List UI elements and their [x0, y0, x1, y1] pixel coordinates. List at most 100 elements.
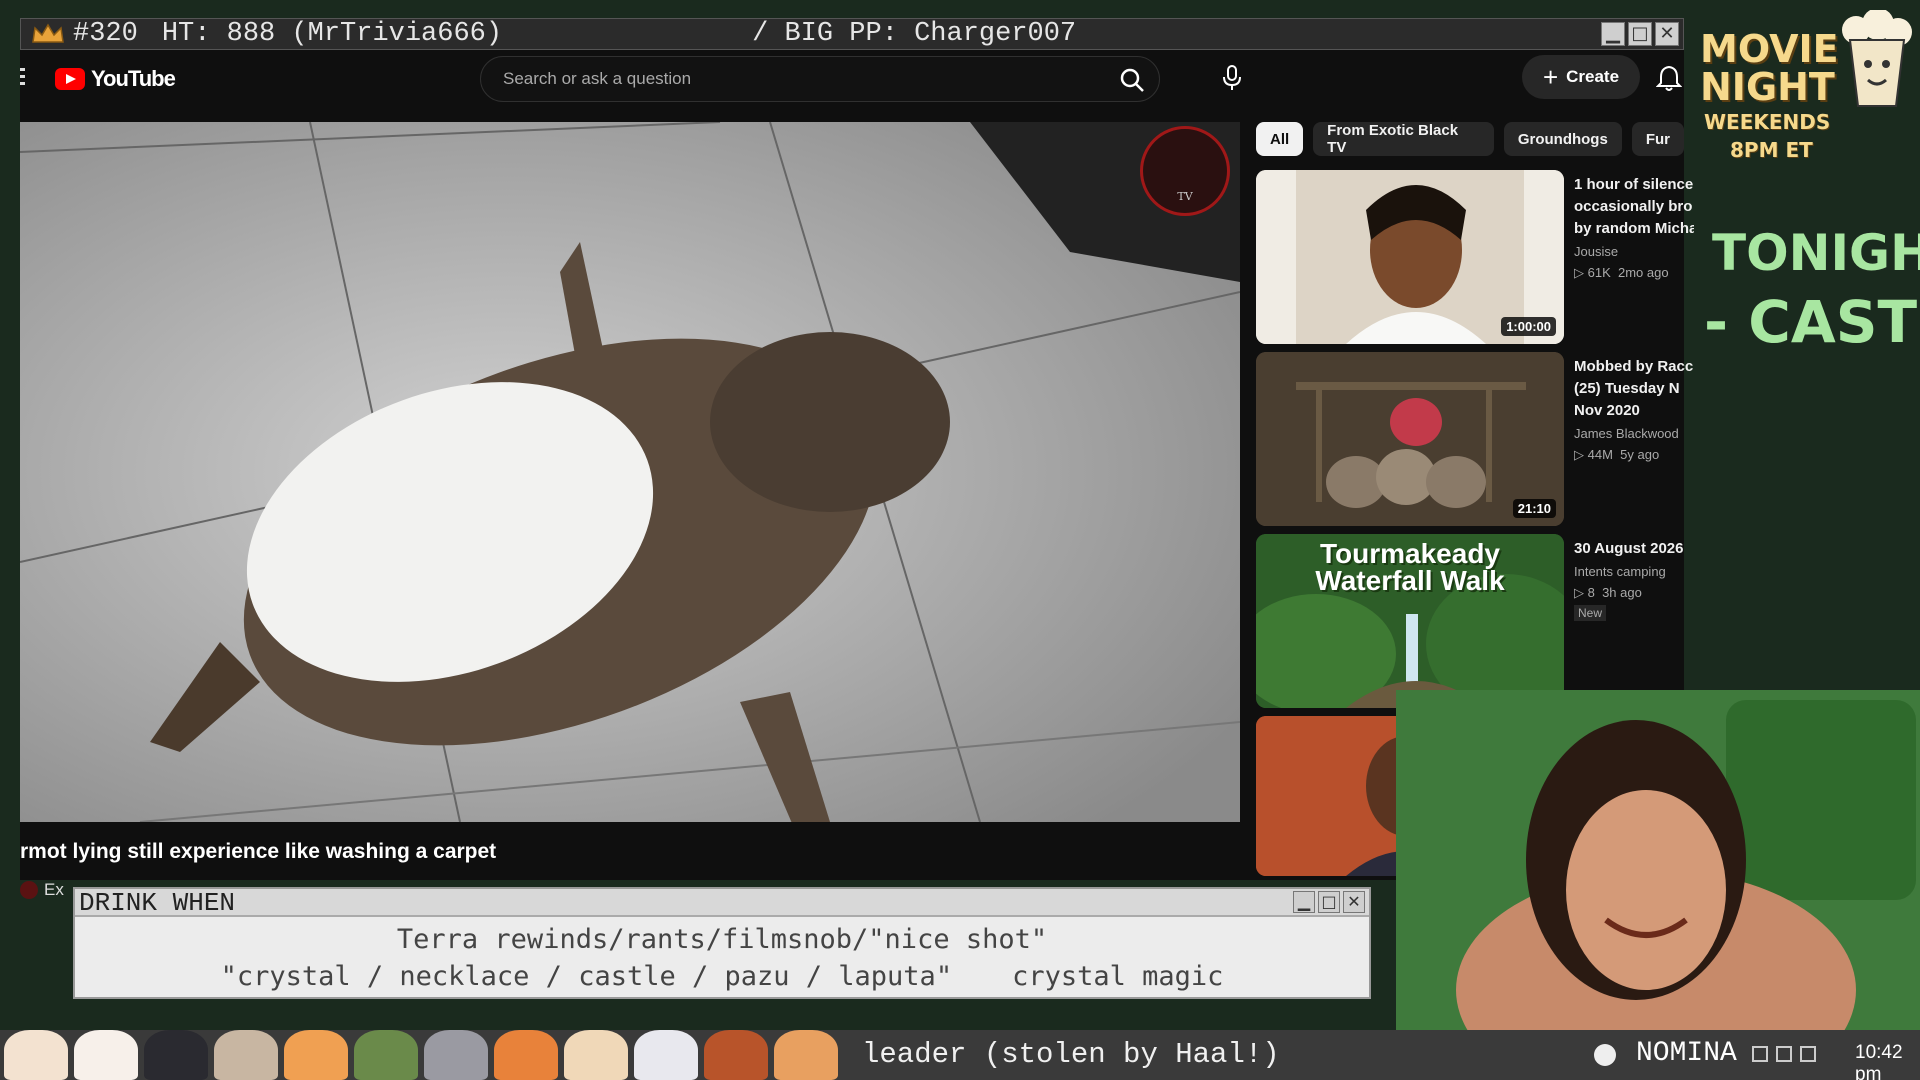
search-icon[interactable]	[1119, 67, 1145, 93]
record-indicator-icon	[1594, 1044, 1616, 1066]
pet-tiger-icon	[284, 1030, 348, 1080]
recommendation-title-line[interactable]: 30 August 2026	[1574, 538, 1694, 560]
display-icon[interactable]	[1800, 1046, 1816, 1062]
recommendation-item[interactable]: Tourmakeady Waterfall Walk 30 August 202…	[1256, 534, 1696, 708]
network-icon[interactable]	[1752, 1046, 1768, 1062]
video-duration: 21:10	[1512, 499, 1556, 518]
channel-avatar-icon[interactable]	[20, 881, 38, 899]
pet-koala-icon	[424, 1030, 488, 1080]
clock[interactable]: 10:42 pm	[1855, 1042, 1920, 1080]
drink-rule-line: Terra rewinds/rants/filmsnob/"nice shot"	[396, 924, 1048, 955]
views-count: 8	[1587, 585, 1595, 600]
big-pp-label: / BIG PP: Charger007	[752, 19, 1077, 49]
recommendation-item[interactable]: 21:10 Mobbed by Racc (25) Tuesday N Nov …	[1256, 352, 1696, 526]
leader-label: leader (stolen by Haal!)	[862, 1038, 1280, 1071]
pet-chicken-icon	[74, 1030, 138, 1080]
video-duration: 1:00:00	[1501, 317, 1556, 336]
recommendation-title-line[interactable]: by random Micha	[1574, 218, 1694, 240]
create-label: Create	[1566, 67, 1620, 86]
recommendation-title-line[interactable]: (25) Tuesday N	[1574, 378, 1694, 400]
upload-age: 5y ago	[1620, 447, 1660, 462]
notifications-bell-icon[interactable]	[1656, 64, 1682, 92]
drink-when-panel: DRINK WHEN ▁ □ ✕ Terra rewinds/rants/fil…	[73, 887, 1371, 999]
filter-chips: All From Exotic Black TV Groundhogs Fur	[1256, 122, 1684, 156]
recommendation-info: 30 August 2026 Intents camping ▷ 8 3h ag…	[1574, 538, 1694, 622]
recommendation-meta: ▷ 8 3h ago	[1574, 585, 1642, 600]
chip-exotic-black-tv[interactable]: From Exotic Black TV	[1313, 122, 1494, 156]
create-button[interactable]: + Create	[1522, 55, 1640, 99]
video-thumbnail[interactable]: Tourmakeady Waterfall Walk	[1256, 534, 1564, 708]
pet-capybara-icon	[704, 1030, 768, 1080]
maximize-button[interactable]: □	[1628, 22, 1652, 46]
pet-duck-icon	[354, 1030, 418, 1080]
minimize-button[interactable]: ▁	[1293, 891, 1315, 913]
pet-penguin-icon	[144, 1030, 208, 1080]
stream-top-bar: #320 HT: 888 (MrTrivia666) / BIG PP: Cha…	[20, 18, 1684, 50]
plus-icon: +	[1542, 62, 1559, 92]
volume-icon[interactable]	[1776, 1046, 1792, 1062]
youtube-logo[interactable]: YouTube	[55, 66, 176, 92]
recommendation-meta: ▷ 61K 2mo ago	[1574, 265, 1669, 280]
nomina-label: NOMINA	[1636, 1038, 1737, 1069]
thumbnail-caption: Tourmakeady Waterfall Walk	[1256, 538, 1564, 595]
youtube-logo-text: YouTube	[91, 66, 176, 91]
recommendation-channel[interactable]: James Blackwood	[1574, 426, 1694, 441]
maximize-button[interactable]: □	[1318, 891, 1340, 913]
upload-age: 2mo ago	[1617, 265, 1669, 280]
pet-cat-icon	[214, 1030, 278, 1080]
rank-label: #320	[73, 19, 138, 49]
upload-age: 3h ago	[1602, 585, 1642, 600]
search-bar	[480, 56, 1160, 102]
popcorn-mascot-icon	[1842, 10, 1912, 107]
pet-fox-icon	[494, 1030, 558, 1080]
recommendation-item[interactable]: 1:00:00 1 hour of silence occasionally b…	[1256, 170, 1696, 344]
recommendation-channel[interactable]: Jousise	[1574, 244, 1694, 259]
panel-window-controls: ▁ □ ✕	[1293, 891, 1365, 913]
recommendation-channel[interactable]: Intents camping	[1574, 564, 1694, 579]
recommendation-title-line[interactable]: 1 hour of silence	[1574, 174, 1694, 196]
system-tray	[1752, 1046, 1816, 1062]
new-badge: New	[1574, 605, 1607, 621]
minimize-button[interactable]: ▁	[1601, 22, 1625, 46]
views-count: 61K	[1587, 265, 1611, 280]
recommendation-title-line[interactable]: Nov 2020	[1574, 400, 1694, 422]
recommendation-title-line[interactable]: occasionally bro	[1574, 196, 1694, 218]
pet-puppy-icon	[564, 1030, 628, 1080]
drink-rule-line: "crystal / necklace / castle / pazu / la…	[75, 958, 1369, 995]
drink-when-header: DRINK WHEN ▁ □ ✕	[75, 889, 1369, 917]
webcam-image	[1396, 690, 1920, 1030]
crown-icon	[32, 23, 64, 43]
menu-icon[interactable]	[20, 68, 26, 88]
recommendation-info: 1 hour of silence occasionally bro by ra…	[1574, 174, 1694, 281]
pet-dog-icon	[4, 1030, 68, 1080]
drink-rules: Terra rewinds/rants/filmsnob/"nice shot"…	[75, 917, 1369, 995]
close-button[interactable]: ✕	[1343, 891, 1365, 913]
close-button[interactable]: ✕	[1655, 22, 1679, 46]
channel-row[interactable]: Ex	[20, 880, 64, 900]
microphone-icon[interactable]	[1216, 62, 1248, 94]
chip-fur[interactable]: Fur	[1631, 122, 1684, 156]
youtube-play-icon	[55, 68, 85, 90]
channel-watermark[interactable]: TV	[1140, 126, 1230, 216]
drink-rule-words: "crystal / necklace / castle / pazu / la…	[220, 961, 953, 992]
chip-all[interactable]: All	[1256, 122, 1304, 156]
stream-bottom-bar: leader (stolen by Haal!) NOMINA 10:42 pm	[0, 1030, 1920, 1080]
watermark-label: TV	[1177, 190, 1193, 203]
high-score-label: HT: 888 (MrTrivia666)	[161, 19, 503, 49]
pet-husky-icon	[634, 1030, 698, 1080]
movie-night-badge: MOVIE NIGHT WEEKENDS 8PM ET	[1700, 10, 1920, 200]
video-thumbnail[interactable]: 21:10	[1256, 352, 1564, 526]
recommendation-title-line[interactable]: Mobbed by Racc	[1574, 356, 1694, 378]
channel-name-partial[interactable]: Ex	[44, 880, 64, 900]
movie-night-time: 8PM ET	[1730, 138, 1813, 162]
tonight-label: TONIGHT:	[1712, 224, 1920, 282]
video-player[interactable]: TV	[20, 122, 1240, 822]
views-count: 44M	[1587, 447, 1613, 462]
pet-row	[0, 1030, 838, 1080]
video-title: rmot lying still experience like washing…	[20, 840, 497, 863]
thumbnail-caption-line: Tourmakeady	[1320, 538, 1500, 569]
recommendation-meta: ▷ 44M 5y ago	[1574, 447, 1660, 462]
video-thumbnail[interactable]: 1:00:00	[1256, 170, 1564, 344]
search-input[interactable]	[481, 69, 1081, 89]
chip-groundhogs[interactable]: Groundhogs	[1503, 122, 1622, 156]
